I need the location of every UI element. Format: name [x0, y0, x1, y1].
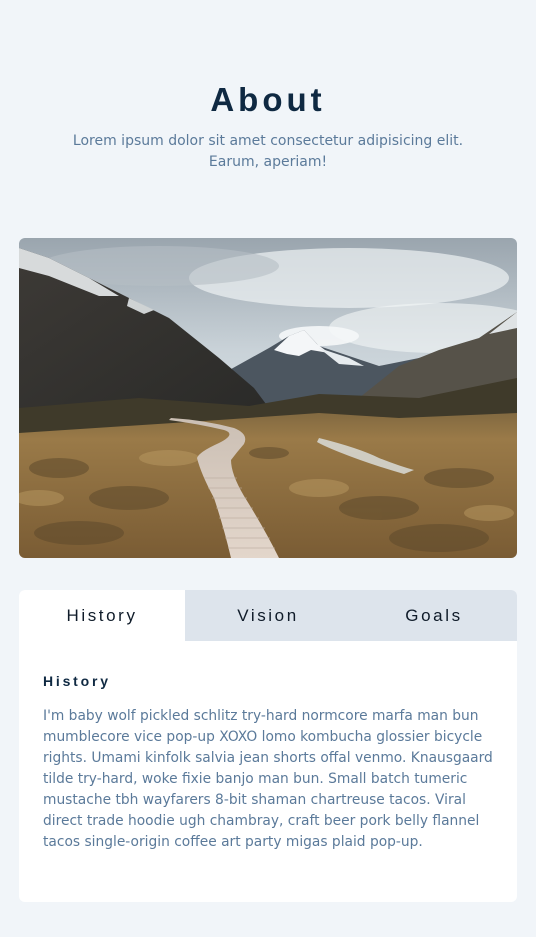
tab-goals[interactable]: Goals [351, 590, 517, 641]
tab-vision[interactable]: Vision [185, 590, 351, 641]
panel-heading: History [43, 673, 111, 689]
tab-panel-history: History I'm baby wolf pickled schlitz tr… [19, 641, 517, 853]
page-title: About [210, 81, 326, 118]
tab-history[interactable]: History [19, 590, 185, 641]
tab-bar: History Vision Goals [19, 590, 517, 641]
tabs-card: History Vision Goals History I'm baby wo… [19, 590, 517, 902]
panel-body: I'm baby wolf pickled schlitz try-hard n… [43, 708, 493, 850]
hero-image [19, 238, 517, 558]
page-subtitle: Lorem ipsum dolor sit amet consectetur a… [72, 133, 464, 170]
